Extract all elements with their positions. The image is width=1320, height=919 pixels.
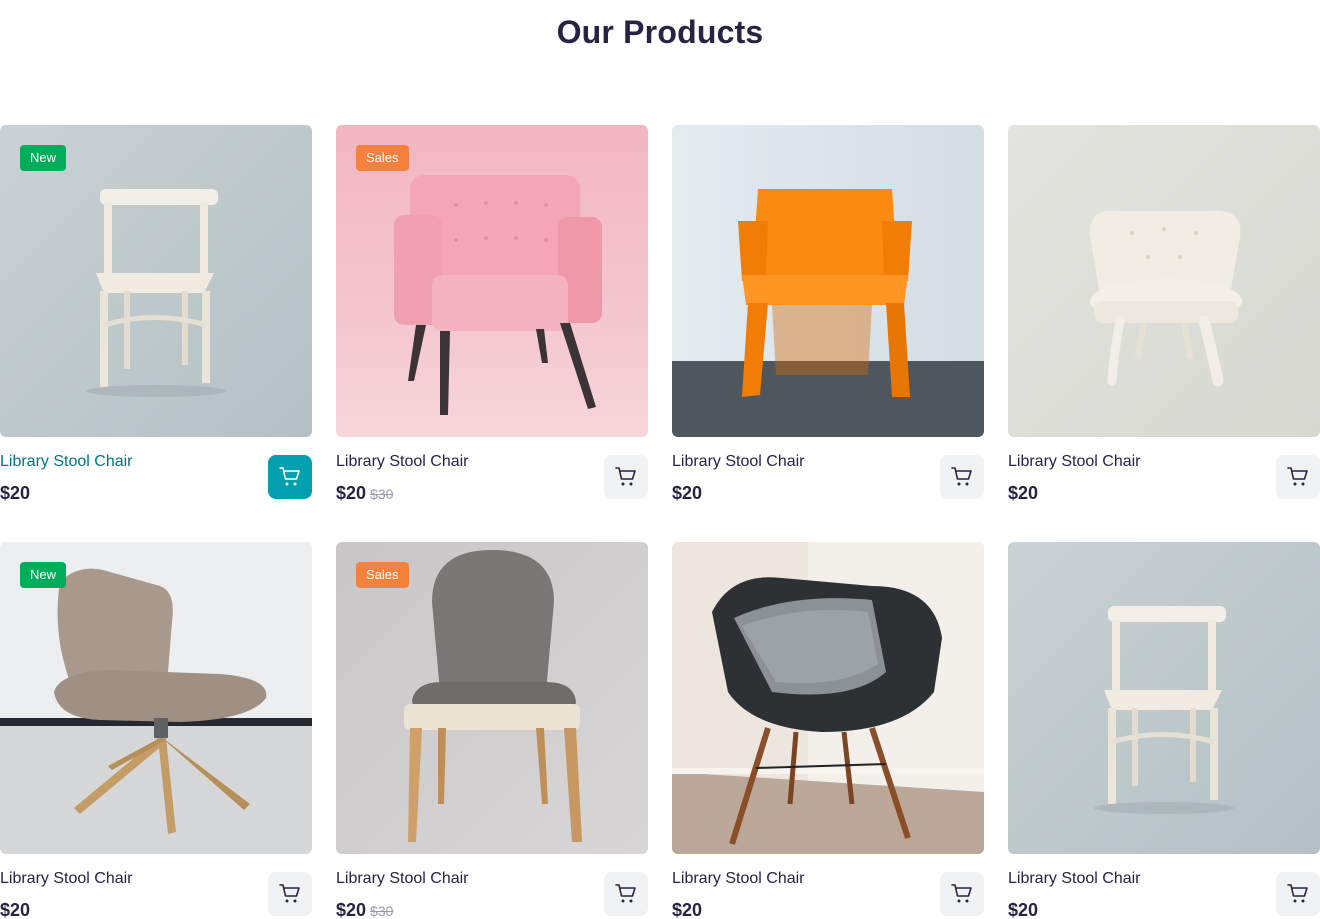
add-to-cart-button[interactable] <box>1276 455 1320 499</box>
price-row: $20 $30 <box>336 900 393 919</box>
product-image-black-shell-chair-with-pillow[interactable] <box>672 542 984 854</box>
price-row: $20 <box>672 900 702 919</box>
product-image-orange-plastic-chair[interactable] <box>672 125 984 437</box>
add-to-cart-button[interactable] <box>940 455 984 499</box>
add-to-cart-button[interactable] <box>604 872 648 916</box>
add-to-cart-button[interactable] <box>604 455 648 499</box>
product-image-white-tufted-chair[interactable] <box>1008 125 1320 437</box>
product-old-price: $30 <box>370 486 394 502</box>
price-row: $20 <box>0 900 30 919</box>
product-name[interactable]: Library Stool Chair <box>336 453 469 471</box>
badge-sales: Sales <box>356 562 409 588</box>
cart-icon <box>279 884 300 903</box>
product-info: Library Stool Chair $20 <box>0 437 312 517</box>
product-image-beige-lounge-chair[interactable]: New <box>0 542 312 854</box>
product-info: Library Stool Chair $20 $30 <box>336 437 648 517</box>
product-image-white-wooden-chair[interactable]: New <box>0 125 312 437</box>
product-card[interactable]: New Library Stool Chair $20 <box>0 125 312 503</box>
product-name[interactable]: Library Stool Chair <box>0 453 133 471</box>
price-row: $20 <box>672 483 702 504</box>
product-price: $20 <box>0 900 31 919</box>
cart-icon <box>615 467 636 486</box>
price-row: $20 <box>1008 483 1038 504</box>
product-card[interactable]: Library Stool Chair $20 <box>672 125 984 503</box>
page-title: Our Products <box>556 14 764 50</box>
price-row: $20 <box>0 483 30 504</box>
cart-icon <box>1287 884 1308 903</box>
product-name[interactable]: Library Stool Chair <box>672 453 805 471</box>
product-info: Library Stool Chair $20 <box>672 437 984 517</box>
product-price: $20 <box>1008 900 1039 919</box>
product-name[interactable]: Library Stool Chair <box>0 870 133 888</box>
badge-sales: Sales <box>356 145 409 171</box>
badge-new: New <box>20 145 67 171</box>
add-to-cart-button[interactable] <box>1276 872 1320 916</box>
cart-icon <box>279 467 300 486</box>
price-row: $20 <box>1008 900 1038 919</box>
add-to-cart-button[interactable] <box>940 872 984 916</box>
product-price: $20 <box>1008 483 1039 503</box>
product-card[interactable]: New Library Stool Chair $20 <box>0 542 312 919</box>
product-card[interactable]: Library Stool Chair $20 <box>1008 125 1320 503</box>
product-card[interactable]: Library Stool Chair $20 <box>672 542 984 919</box>
product-price: $20 <box>672 900 703 919</box>
product-image-pink-armchair[interactable]: Sales <box>336 125 648 437</box>
product-price: $20 <box>336 483 367 503</box>
product-info: Library Stool Chair $20 <box>672 854 984 919</box>
product-card[interactable]: Sales Library Stool Chair $20 $30 <box>336 542 648 919</box>
product-price: $20 <box>0 483 31 503</box>
product-info: Library Stool Chair $20 <box>0 854 312 919</box>
product-name[interactable]: Library Stool Chair <box>672 870 805 888</box>
product-grid: New Library Stool Chair $20 Sales Librar… <box>0 125 1320 919</box>
product-image-grey-dining-chair[interactable]: Sales <box>336 542 648 854</box>
cart-icon <box>951 467 972 486</box>
cart-icon <box>1287 467 1308 486</box>
product-old-price: $30 <box>370 903 394 919</box>
product-price: $20 <box>336 900 367 919</box>
product-price: $20 <box>672 483 703 503</box>
product-name[interactable]: Library Stool Chair <box>1008 453 1141 471</box>
product-info: Library Stool Chair $20 $30 <box>336 854 648 919</box>
price-row: $20 $30 <box>336 483 393 504</box>
badge-new: New <box>20 562 67 588</box>
cart-icon <box>951 884 972 903</box>
cart-icon <box>615 884 636 903</box>
product-name[interactable]: Library Stool Chair <box>1008 870 1141 888</box>
product-info: Library Stool Chair $20 <box>1008 854 1320 919</box>
product-image-white-wooden-chair[interactable] <box>1008 542 1320 854</box>
add-to-cart-button[interactable] <box>268 872 312 916</box>
product-name[interactable]: Library Stool Chair <box>336 870 469 888</box>
product-card[interactable]: Library Stool Chair $20 <box>1008 542 1320 919</box>
products-page: Our Products New Library Stool Chair $20… <box>0 0 1320 919</box>
product-info: Library Stool Chair $20 <box>1008 437 1320 517</box>
add-to-cart-button[interactable] <box>268 455 312 499</box>
product-card[interactable]: Sales Library Stool Chair $20 $30 <box>336 125 648 503</box>
